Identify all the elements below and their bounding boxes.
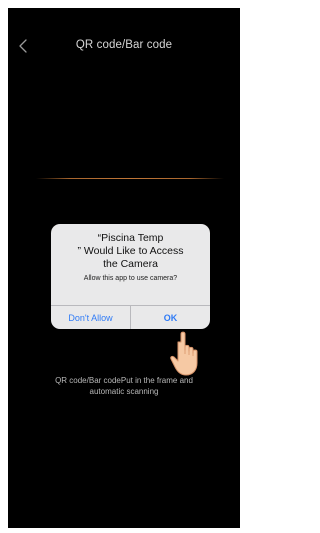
ok-button[interactable]: OK [131,306,210,329]
dialog-title-line: ” Would Like to Access [77,245,184,257]
dont-allow-button[interactable]: Don't Allow [51,306,130,329]
dialog-title-line: “Piscina Temp [97,232,164,244]
chevron-left-icon [19,39,27,53]
camera-scan-screen: QR code/Bar code “Piscina Temp ” Would L… [8,8,240,528]
dialog-title: “Piscina Temp ” Would Like to Access the… [57,232,204,271]
dialog-title-line: the Camera [103,258,158,270]
scan-hint-line: QR code/Bar codePut in the frame and [55,376,193,385]
scan-hint-line: automatic scanning [89,387,159,396]
scan-hint: QR code/Bar codePut in the frame and aut… [38,375,210,397]
nav-header: QR code/Bar code [8,36,240,58]
pointing-hand-icon [170,331,198,376]
page-title: QR code/Bar code [75,39,173,51]
camera-permission-dialog: “Piscina Temp ” Would Like to Access the… [51,224,210,329]
dialog-message: Allow this app to use camera? [83,275,178,282]
scan-line [36,178,224,179]
back-button[interactable] [12,34,34,58]
